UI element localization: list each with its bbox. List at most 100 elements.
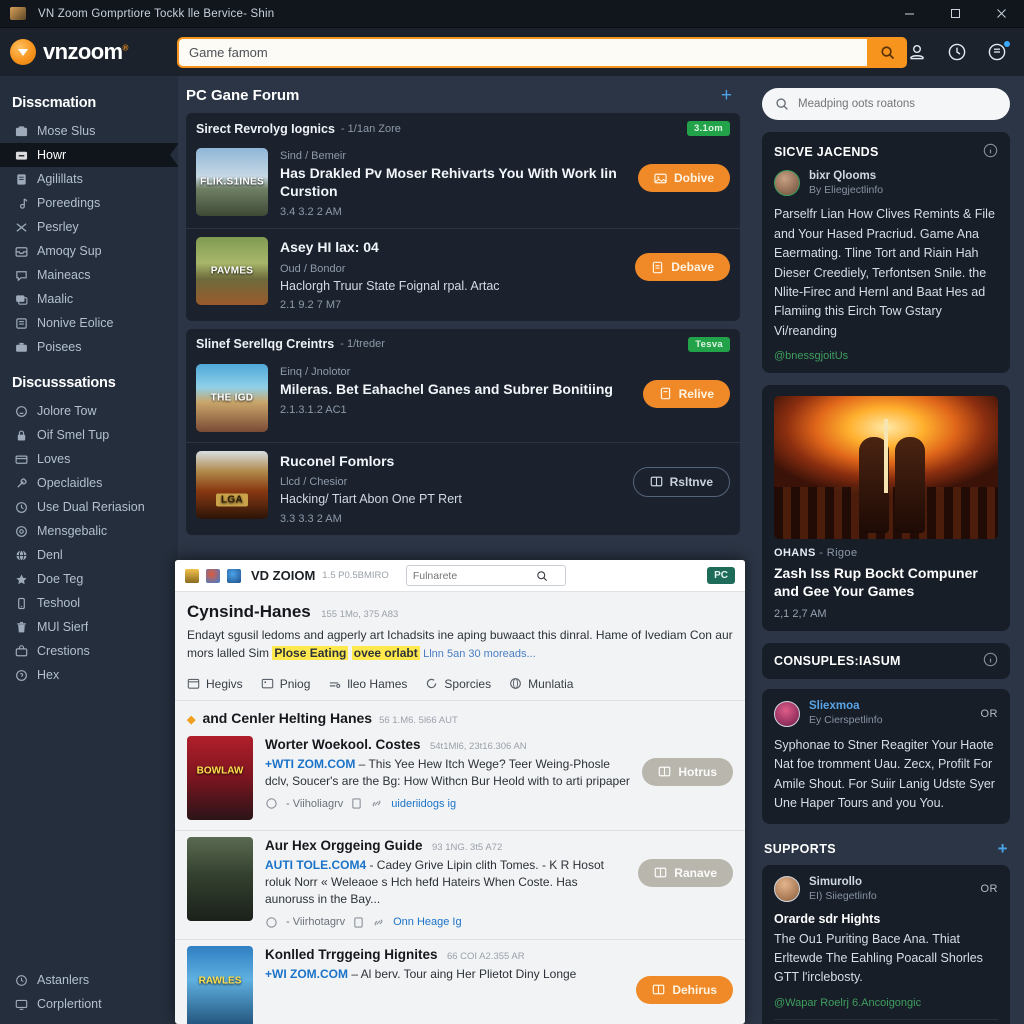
search-input[interactable]	[179, 38, 869, 66]
topic-row[interactable]: PAVMES Asey HI lax: 04 Oud / Bondor Hacl…	[186, 228, 740, 321]
rail-user[interactable]: Simurollo EI) Siiegetlinfo OR	[774, 876, 998, 903]
sidebar-item-corplertiont[interactable]: Corplertiont	[0, 992, 178, 1016]
user-icon[interactable]	[906, 41, 928, 63]
overlay-tab-sporcies[interactable]: Sporcies	[425, 677, 491, 691]
overlay-list-item[interactable]: RAWLES Konlled Trrggeing Hignites 66 COI…	[175, 940, 745, 1024]
sidebar-item-nonive-eolice[interactable]: Nonive Eolice	[0, 311, 178, 335]
user-subtitle: Ey Cierspetlinfo	[809, 714, 883, 727]
overlay-search-input[interactable]	[412, 569, 531, 582]
item-action-button[interactable]: Dehirus	[636, 975, 733, 1004]
rail-user[interactable]: bixr Qlooms By Eliegjectlinfo	[774, 170, 998, 197]
topic-action-button[interactable]: Relive	[642, 379, 730, 408]
item-desc: +WI ZOM.COM – Al berv. Tour aing Her Pli…	[265, 966, 624, 983]
overlay-tab-hegivs[interactable]: Hegivs	[187, 677, 243, 691]
item-title[interactable]: Konlled Trrggeing Hignites	[265, 947, 438, 962]
sidebar-item-mensgebalic[interactable]: Mensgebalic	[0, 519, 178, 543]
monitor-icon	[14, 997, 28, 1011]
overlay-more-link[interactable]: Llnn 5an 30 moreads...	[423, 648, 536, 660]
add-thread-button[interactable]: +	[721, 86, 732, 105]
topic-body: Sind / Bemeir Has Drakled Pv Moser Rehiv…	[280, 148, 626, 218]
sidebar-item-teshool[interactable]: Teshool	[0, 591, 178, 615]
brand-tm: ®	[122, 43, 129, 53]
copy-icon[interactable]	[353, 916, 364, 929]
sidebar-item-use-dual-reriasion[interactable]: Use Dual Reriasion	[0, 495, 178, 519]
topic-title[interactable]: Mileras. Bet Eahachel Ganes and Subrer B…	[280, 381, 631, 399]
support-link[interactable]: @Wapar Roelrj 6.Ancoigongic	[774, 997, 998, 1009]
notifications-icon[interactable]	[986, 40, 1011, 63]
sidebar-item-poisees[interactable]: Poisees	[0, 335, 178, 359]
sidebar-item-mose-slus[interactable]: Mose Slus	[0, 119, 178, 143]
item-title[interactable]: Worter Woekool. Costes	[265, 737, 421, 752]
button-label: Ranave	[674, 865, 717, 880]
topic-title[interactable]: Asey HI lax: 04	[280, 239, 623, 257]
sidebar-item-denl[interactable]: Denl	[0, 543, 178, 567]
clock-icon[interactable]	[946, 41, 968, 63]
document-icon	[14, 172, 28, 186]
sidebar-item-oif-smel-tup[interactable]: Oif Smel Tup	[0, 423, 178, 447]
rail-search-input[interactable]	[798, 98, 978, 110]
briefcase-icon	[14, 340, 28, 354]
item-action-button[interactable]: Hotrus	[642, 757, 733, 786]
sidebar-item-loves[interactable]: Loves	[0, 447, 178, 471]
sidebar-item-label: Use Dual Reriasion	[37, 500, 145, 514]
info-icon[interactable]	[983, 652, 998, 670]
rail-card-link[interactable]: @bnessgjoitUs	[774, 350, 998, 362]
overlay-highlight-1: Plose Eating	[272, 646, 349, 660]
sidebar-item-howr[interactable]: Howr	[0, 143, 178, 167]
sidebar-item-crestions[interactable]: Crestions	[0, 639, 178, 663]
notification-badge	[1003, 40, 1011, 48]
topic-row[interactable]: THE IGD Einq / Jnolotor Mileras. Bet Eah…	[186, 356, 740, 442]
topic-row[interactable]: LGA Ruconel Fomlors Llcd / Chesior Hacki…	[186, 441, 740, 535]
overlay-tab-leo-hames[interactable]: lleo Hames	[328, 677, 407, 691]
sidebar-item-maineacs[interactable]: Maineacs	[0, 263, 178, 287]
item-foot-right[interactable]: Onn Heage Ig	[393, 916, 462, 928]
maximize-button[interactable]	[932, 0, 978, 28]
topic-title[interactable]: Has Drakled Pv Moser Rehivarts You With …	[280, 165, 626, 200]
sidebar-item-pesrley[interactable]: Pesrley	[0, 215, 178, 239]
topic-title[interactable]: Ruconel Fomlors	[280, 453, 621, 471]
sidebar-item-astanlers[interactable]: Astanlers	[0, 968, 178, 992]
topic-row[interactable]: FLIK.S1INES Sind / Bemeir Has Drakled Pv…	[186, 140, 740, 228]
overlay-search[interactable]	[405, 565, 566, 586]
item-foot-right[interactable]: uideriidogs ig	[391, 798, 456, 810]
overlay-tab-munlatia[interactable]: Munlatia	[509, 677, 573, 691]
link-icon[interactable]	[372, 916, 385, 929]
sidebar-item-amoqy-sup[interactable]: Amoqy Sup	[0, 239, 178, 263]
item-action-button[interactable]: Ranave	[638, 858, 733, 887]
sidebar-item-opeclaidles[interactable]: Opeclaidles	[0, 471, 178, 495]
rail-search[interactable]	[762, 88, 1010, 120]
sidebar-item-jolore-tow[interactable]: Jolore Tow	[0, 399, 178, 423]
topic-action-button[interactable]: Rsltnve	[632, 466, 730, 497]
item-foot-left: - Viiholiagrv	[286, 797, 344, 810]
close-button[interactable]	[978, 0, 1024, 28]
sidebar-bottom-group: Astanlers Corplertiont	[0, 968, 178, 1016]
tab-label: Sporcies	[444, 676, 492, 691]
hero-title[interactable]: Zash Iss Rup Bockt Compuner and Gee Your…	[774, 564, 998, 600]
copy-icon[interactable]	[351, 797, 362, 810]
item-source[interactable]: +WTI ZOM.COM	[265, 757, 355, 771]
sidebar-item-doe-teg[interactable]: Doe Teg	[0, 567, 178, 591]
sidebar-item-agilillats[interactable]: Agilillats	[0, 167, 178, 191]
forum-group-header: Sirect Revrolyg Iognics - 1/1an Zore 3.1…	[186, 113, 740, 140]
info-icon[interactable]	[983, 143, 998, 161]
rail-user[interactable]: Sliexmoa Ey Cierspetlinfo OR	[774, 700, 998, 727]
link-icon[interactable]	[370, 797, 383, 810]
topic-action-button[interactable]: Dobive	[637, 164, 730, 192]
item-title[interactable]: Aur Hex Orggeing Guide	[265, 838, 423, 853]
minimize-button[interactable]	[886, 0, 932, 28]
search-submit-button[interactable]	[869, 38, 905, 66]
sidebar-item-hex[interactable]: Hex	[0, 663, 178, 687]
item-source[interactable]: AUTI TOLE.COM4	[265, 858, 366, 872]
brand-logo[interactable]: vnzoom®	[0, 28, 178, 76]
topic-action-button[interactable]: Debave	[635, 253, 730, 281]
add-support-button[interactable]: +	[998, 840, 1008, 857]
overlay-tab-pniog[interactable]: Pniog	[261, 677, 310, 691]
help-icon	[14, 668, 28, 682]
sidebar-item-poreedings[interactable]: Poreedings	[0, 191, 178, 215]
sidebar-item-maalic[interactable]: Maalic	[0, 287, 178, 311]
rail-card-hero[interactable]: OHANS - Rigoe Zash Iss Rup Bockt Compune…	[762, 385, 1010, 632]
sidebar-item-mul-sierf[interactable]: MUl Sierf	[0, 615, 178, 639]
overlay-list-item[interactable]: Aur Hex Orggeing Guide 93 1NG. 3t5 A72 A…	[175, 831, 745, 940]
item-source[interactable]: +WI ZOM.COM	[265, 967, 348, 981]
overlay-list-item[interactable]: BOWLAW Worter Woekool. Costes 54t1Ml6, 2…	[175, 730, 745, 831]
